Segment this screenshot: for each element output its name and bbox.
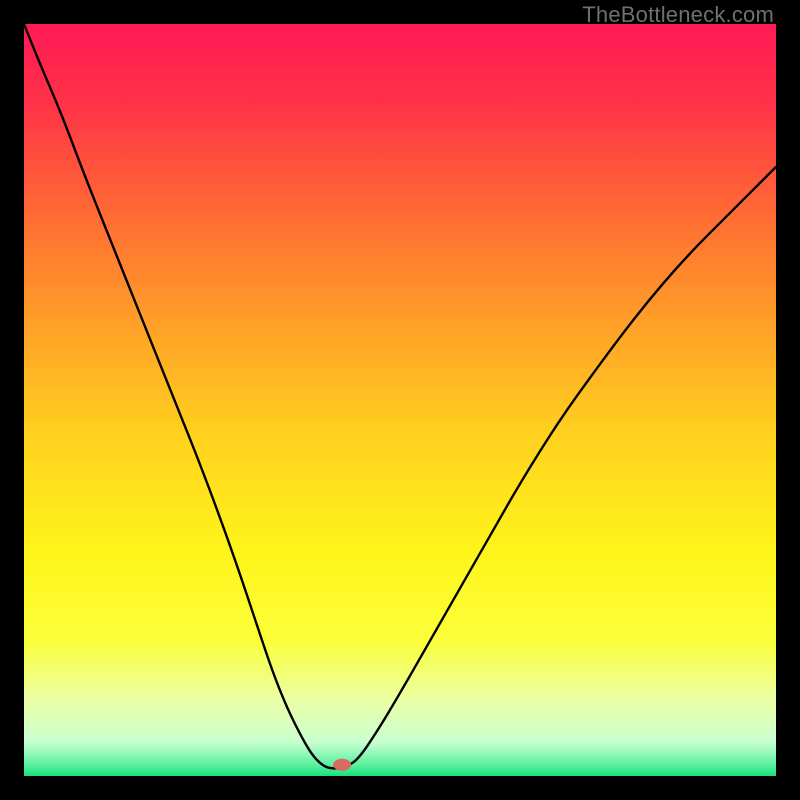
optimal-point-marker <box>333 759 351 771</box>
gradient-background <box>24 24 776 776</box>
chart-svg <box>24 24 776 776</box>
chart-frame <box>24 24 776 776</box>
